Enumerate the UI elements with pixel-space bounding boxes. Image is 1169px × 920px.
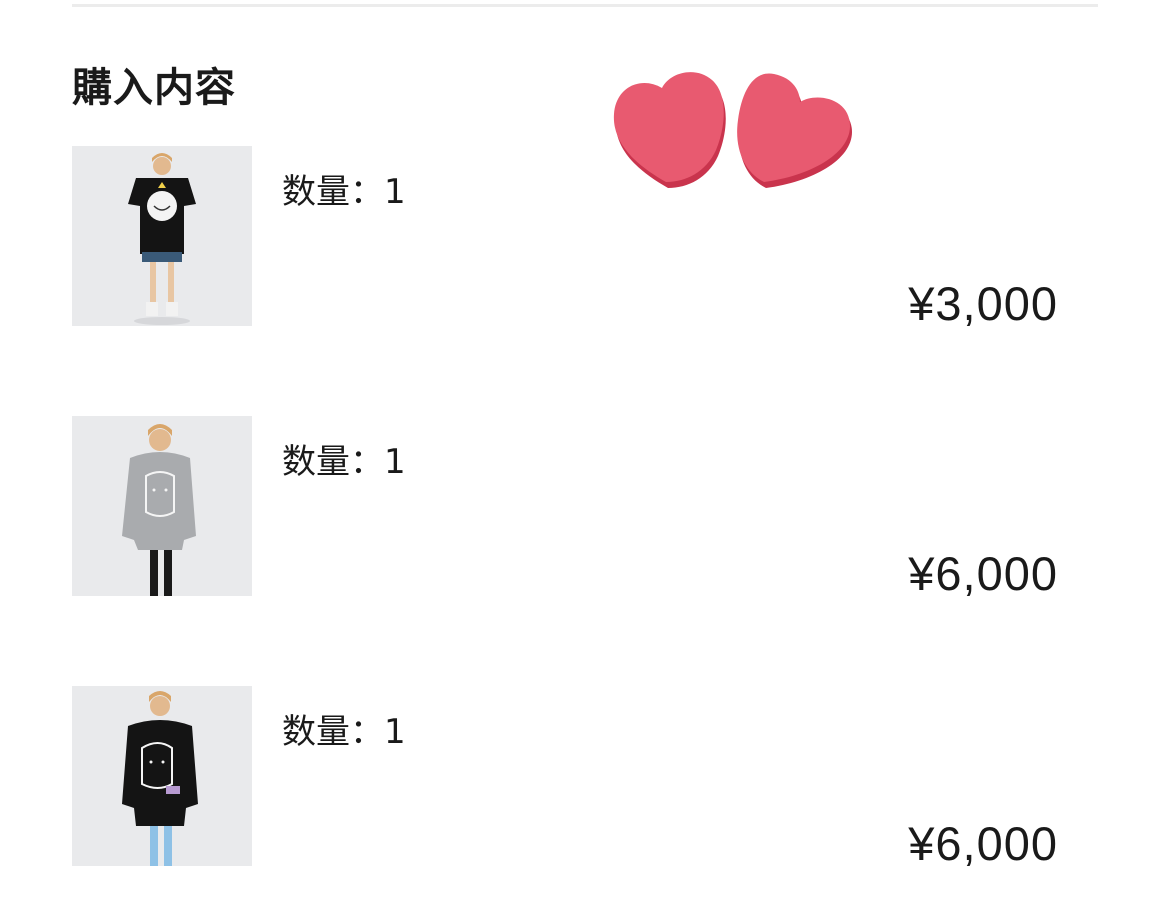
product-thumbnail-3[interactable] [72, 686, 252, 866]
item-price-1: ¥3,000 [908, 277, 1058, 330]
model-black-tshirt-image [72, 146, 252, 326]
section-title: 購入内容 [72, 65, 236, 111]
item-quantity-3: 数量：1 [282, 712, 406, 752]
model-grey-hoodie-image [72, 416, 252, 596]
order-item-1[interactable]: 数量：1 ¥3,000 [72, 146, 1098, 330]
item-quantity-2: 数量：1 [282, 442, 406, 482]
order-item-2[interactable]: 数量：1 ¥6,000 [72, 416, 1098, 600]
item-price-2: ¥6,000 [908, 547, 1058, 600]
product-thumbnail-2[interactable] [72, 416, 252, 596]
order-item-3[interactable]: 数量：1 ¥6,000 [72, 686, 1098, 870]
item-price-3: ¥6,000 [908, 817, 1058, 870]
model-black-hoodie-image [72, 686, 252, 866]
top-divider [72, 4, 1098, 7]
product-thumbnail-1[interactable] [72, 146, 252, 326]
item-quantity-1: 数量：1 [282, 172, 406, 212]
